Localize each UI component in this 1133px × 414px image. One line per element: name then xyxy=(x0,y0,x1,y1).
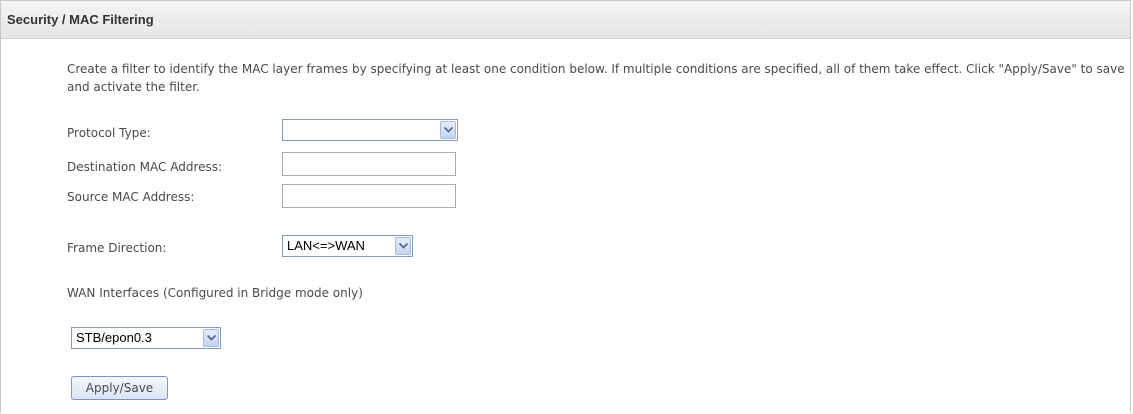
filter-description: Create a filter to identify the MAC laye… xyxy=(67,62,1125,94)
chevron-down-icon[interactable] xyxy=(395,237,411,255)
protocol-type-select[interactable] xyxy=(282,119,458,141)
mac-filter-panel: Security / MAC Filtering Create a filter… xyxy=(0,0,1131,413)
frame-direction-value: LAN<=>WAN xyxy=(287,238,365,253)
wan-interface-value: STB/epon0.3 xyxy=(76,330,152,345)
page-title: Security / MAC Filtering xyxy=(7,12,154,27)
destination-mac-input[interactable] xyxy=(282,152,456,176)
destination-mac-label: Destination MAC Address: xyxy=(67,160,223,174)
frame-direction-label: Frame Direction: xyxy=(67,241,167,255)
wan-interfaces-label: WAN Interfaces (Configured in Bridge mod… xyxy=(67,286,363,300)
source-mac-label: Source MAC Address: xyxy=(67,190,195,204)
protocol-type-label: Protocol Type: xyxy=(67,126,151,140)
apply-save-button[interactable]: Apply/Save xyxy=(71,376,168,400)
chevron-down-icon[interactable] xyxy=(440,121,456,139)
frame-direction-select[interactable]: LAN<=>WAN xyxy=(282,235,413,257)
chevron-down-icon[interactable] xyxy=(203,329,219,347)
source-mac-input[interactable] xyxy=(282,184,456,208)
wan-interface-select[interactable]: STB/epon0.3 xyxy=(71,327,221,349)
title-bar: Security / MAC Filtering xyxy=(1,1,1130,39)
